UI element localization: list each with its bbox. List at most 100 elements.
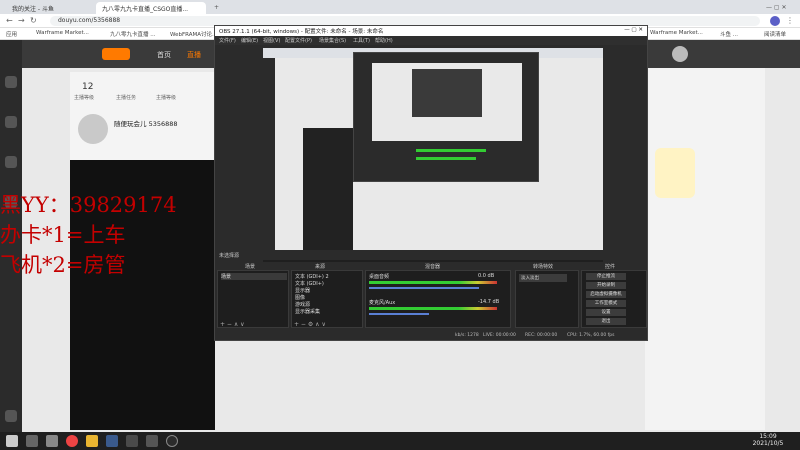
app-icon[interactable]	[146, 435, 158, 447]
user-avatar[interactable]	[672, 46, 688, 62]
nav-home[interactable]: 首页	[157, 50, 171, 60]
source-item[interactable]: 文本 (GDI+) 2	[295, 273, 329, 280]
nested-meter	[416, 149, 486, 152]
source-controls[interactable]: + − ⚙ ∧ ∨	[294, 321, 326, 328]
obs-title: OBS 27.1.1 (64-bit, windows) - 配置文件: 未命名…	[219, 29, 384, 35]
menu-icon[interactable]: ⋮	[786, 16, 794, 25]
category-icon[interactable]	[5, 116, 17, 128]
audio-meter	[369, 281, 497, 284]
steam-icon[interactable]	[126, 435, 138, 447]
mixer-dock: 桌面音频 0.0 dB 麦克风/Aux -14.7 dB	[365, 270, 511, 328]
bookmark-item[interactable]: 应用	[6, 30, 17, 38]
app-icon[interactable]	[106, 435, 118, 447]
clock-time: 15:09	[759, 433, 777, 440]
overlay-line: 办卡*1=上车	[0, 223, 126, 247]
menu-help[interactable]: 帮助(H)	[375, 37, 393, 44]
tab-my-follow[interactable]: 我的关注 - 斗鱼	[6, 2, 94, 14]
track-db: -14.7 dB	[478, 299, 500, 305]
obs-preview[interactable]	[263, 48, 603, 262]
start-icon[interactable]	[6, 435, 18, 447]
stat-label: 主播等级	[74, 95, 95, 101]
kbps: kb/s: 1278	[455, 333, 479, 338]
menu-scene-collection[interactable]: 场景集合(S)	[319, 37, 346, 44]
source-item[interactable]: 文本 (GDI+)	[295, 280, 324, 287]
nested-meter	[416, 157, 476, 160]
window-controls[interactable]: — ▢ ✕	[624, 27, 643, 33]
clock[interactable]: 15:09 2021/10/5	[750, 433, 786, 447]
settings-icon[interactable]	[5, 410, 17, 422]
source-item[interactable]: 显示器	[295, 287, 310, 294]
controls-dock: 停止推流 开始录制 启动虚拟摄像机 工作室模式 设置 退出	[581, 270, 647, 328]
home-icon[interactable]	[5, 76, 17, 88]
nested-rail	[263, 58, 275, 258]
exit-button[interactable]: 退出	[586, 318, 626, 325]
rec-time: REC: 00:00:00	[525, 333, 558, 338]
bookmark-item[interactable]: Warframe Market...	[650, 30, 703, 36]
menu-file[interactable]: 文件(F)	[219, 37, 236, 44]
captured-screen	[263, 48, 603, 262]
stop-stream-button[interactable]: 停止推流	[586, 273, 626, 280]
source-toolbar: 未选择源	[217, 250, 647, 260]
streamer-name: 随便玩会儿 5356888	[114, 120, 178, 128]
source-item[interactable]: 游戏源	[295, 301, 310, 308]
new-tab-icon[interactable]: +	[208, 2, 220, 14]
app-icon[interactable]	[86, 435, 98, 447]
transitions-dock: 淡入淡出	[515, 270, 579, 328]
bookmark-item[interactable]: 斗鱼 ...	[720, 30, 738, 38]
menu-tools[interactable]: 工具(T)	[353, 37, 370, 44]
obs-menu-bar: 文件(F) 编辑(E) 视图(V) 配置文件(P) 场景集合(S) 工具(T) …	[215, 36, 647, 45]
live-icon[interactable]	[5, 156, 17, 168]
reading-list[interactable]: 阅读清单	[764, 30, 786, 38]
studio-mode-button[interactable]: 工作室模式	[586, 300, 626, 307]
tab-douyu-room[interactable]: 九八零九九卡直播_CSGO直播...	[96, 2, 206, 14]
nested-preview	[372, 63, 522, 141]
track-name: 桌面音频	[369, 274, 390, 280]
obs-icon[interactable]	[166, 435, 178, 447]
start-recording-button[interactable]: 开始录制	[586, 282, 626, 289]
source-item[interactable]: 显示器采集	[295, 308, 320, 315]
source-item[interactable]: 图像	[295, 294, 305, 301]
forward-icon[interactable]: →	[18, 16, 25, 25]
sources-dock: 文本 (GDI+) 2 文本 (GDI+) 显示器 图像 游戏源 显示器采集 +…	[291, 270, 363, 328]
volume-slider[interactable]	[369, 287, 479, 289]
mascot-image	[655, 148, 695, 198]
controls-title: 控件	[605, 264, 616, 270]
track-db: 0.0 dB	[478, 273, 495, 279]
menu-profile[interactable]: 配置文件(P)	[285, 37, 312, 44]
cpu-fps: CPU: 1.7%, 60.00 fps	[567, 333, 615, 338]
virtual-camera-button[interactable]: 启动虚拟摄像机	[586, 291, 626, 298]
douyu-logo[interactable]	[102, 48, 130, 60]
obs-window: OBS 27.1.1 (64-bit, windows) - 配置文件: 未命名…	[214, 25, 648, 341]
live-time: LIVE: 00:00:00	[483, 333, 516, 338]
bookmark-item[interactable]: 九八零九卡直播 ...	[110, 30, 156, 38]
overlay-line: 黑YY：39829174	[0, 193, 177, 217]
back-icon[interactable]: ←	[6, 16, 13, 25]
chrome-icon[interactable]	[66, 435, 78, 447]
scenes-title: 场景	[245, 264, 256, 270]
clock-date: 2021/10/5	[752, 440, 784, 447]
stat-value: 12	[82, 82, 94, 92]
bookmark-item[interactable]: WebFRAMA讨论...	[170, 30, 217, 38]
scenes-dock: 场景 + − ∧ ∨	[217, 270, 289, 328]
scene-controls[interactable]: + − ∧ ∨	[220, 321, 245, 328]
scene-item[interactable]: 场景	[221, 273, 287, 280]
search-icon[interactable]	[26, 435, 38, 447]
overlay-text: 黑YY：39829174 办卡*1=上车 飞机*2=房管	[0, 190, 177, 280]
sources-title: 来源	[315, 264, 326, 270]
volume-slider[interactable]	[369, 313, 429, 315]
settings-button[interactable]: 设置	[586, 309, 626, 316]
window-controls[interactable]: — ▢ ✕	[760, 2, 796, 14]
menu-view[interactable]: 视图(V)	[263, 37, 280, 44]
profile-avatar[interactable]	[770, 16, 780, 26]
menu-edit[interactable]: 编辑(E)	[241, 37, 258, 44]
bookmark-item[interactable]: Warframe Market...	[36, 30, 89, 36]
no-source-label: 未选择源	[219, 253, 240, 259]
reload-icon[interactable]: ↻	[30, 16, 37, 25]
track-name: 麦克风/Aux	[369, 300, 396, 306]
streamer-avatar[interactable]	[78, 114, 108, 144]
transition-select[interactable]: 淡入淡出	[519, 274, 567, 282]
stat-label: 主播等级	[156, 95, 177, 101]
nav-live[interactable]: 直播	[187, 50, 201, 60]
task-view-icon[interactable]	[46, 435, 58, 447]
right-panel	[645, 68, 765, 430]
